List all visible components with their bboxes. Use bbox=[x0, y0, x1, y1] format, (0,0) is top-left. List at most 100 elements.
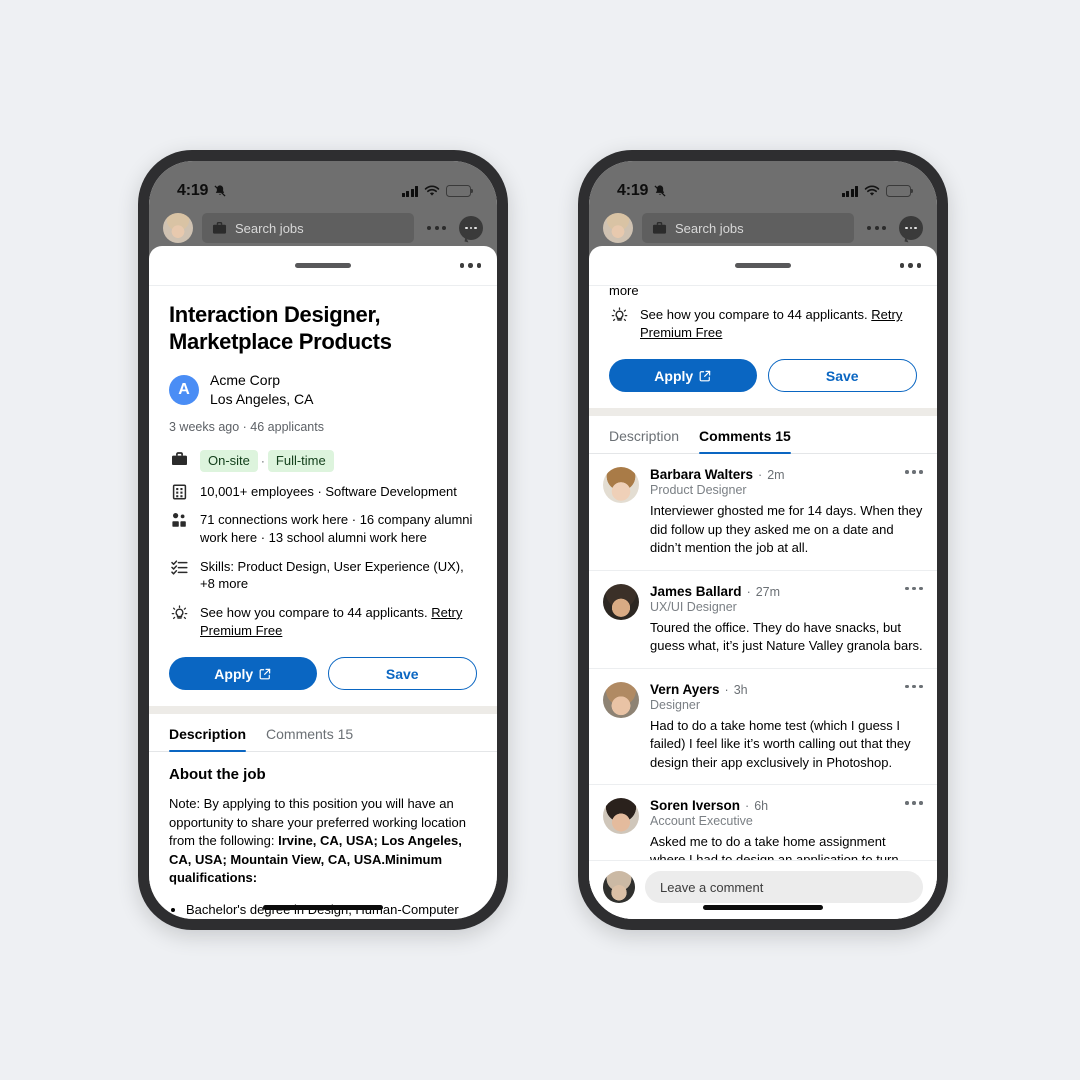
save-button[interactable]: Save bbox=[767, 359, 917, 393]
comment-header: Soren Iverson · 6h bbox=[650, 798, 923, 813]
people-icon bbox=[169, 511, 189, 528]
comment-body: Had to do a take home test (which I gues… bbox=[650, 717, 911, 770]
status-bar-left-group: 4:19 bbox=[177, 182, 227, 200]
avatar[interactable] bbox=[603, 797, 639, 834]
building-icon bbox=[169, 483, 189, 500]
tab-comments[interactable]: Comments 15 bbox=[266, 726, 353, 751]
compare-text: See how you compare to 44 applicants. bbox=[640, 307, 872, 322]
sheet-more-options-icon[interactable] bbox=[459, 263, 481, 268]
comment-separator: · bbox=[724, 682, 729, 697]
compare-text-block: See how you compare to 44 applicants. Re… bbox=[200, 604, 477, 639]
battery-low-icon bbox=[446, 185, 474, 197]
profile-avatar[interactable] bbox=[163, 213, 193, 243]
comment-author[interactable]: Barbara Walters bbox=[650, 467, 753, 482]
apply-button[interactable]: Apply bbox=[609, 359, 757, 393]
comment-input-placeholder: Leave a comment bbox=[660, 879, 764, 895]
sheet-more-options-icon[interactable] bbox=[899, 263, 921, 268]
truncated-skills-text: more bbox=[609, 286, 639, 298]
messaging-bubble-icon[interactable] bbox=[899, 216, 923, 240]
profile-avatar[interactable] bbox=[603, 213, 633, 243]
comment-main: James Ballard · 27m UX/UI Designer Toure… bbox=[650, 584, 923, 656]
lightbulb-icon bbox=[169, 604, 189, 622]
comment-body: Interviewer ghosted me for 14 days. When… bbox=[650, 503, 923, 556]
avatar[interactable] bbox=[603, 681, 639, 718]
connections-text: 71 connections work here · 16 company al… bbox=[200, 512, 473, 545]
comment-main: Barbara Walters · 2m Product Designer In… bbox=[650, 467, 923, 557]
search-input[interactable]: Search jobs bbox=[642, 213, 854, 243]
compare-text-block: See how you compare to 44 applicants. Re… bbox=[640, 306, 917, 341]
job-detail-sheet: Interaction Designer, Marketplace Produc… bbox=[149, 246, 497, 919]
phone-right: 4:19 Search jobs more See how you compar… bbox=[578, 150, 948, 930]
list-item: James Ballard · 27m UX/UI Designer Toure… bbox=[589, 571, 937, 669]
comment-timestamp: 3h bbox=[733, 682, 748, 697]
action-buttons-left: Apply Save bbox=[149, 639, 497, 706]
comment-timestamp: 2m bbox=[767, 468, 785, 483]
comments-list: Barbara Walters · 2m Product Designer In… bbox=[589, 454, 937, 902]
job-comments-sheet: more See how you compare to 44 applicant bbox=[589, 246, 937, 919]
search-input[interactable]: Search jobs bbox=[202, 213, 414, 243]
comment-more-options-icon[interactable] bbox=[905, 684, 923, 689]
tab-description[interactable]: Description bbox=[169, 726, 247, 753]
drag-handle[interactable] bbox=[295, 263, 351, 268]
section-divider bbox=[589, 408, 937, 417]
comment-author[interactable]: James Ballard bbox=[650, 584, 742, 599]
status-bar-left-group: 4:19 bbox=[617, 182, 667, 200]
tab-description[interactable]: Description bbox=[609, 428, 679, 453]
pill-onsite: On-site bbox=[200, 450, 258, 472]
bell-off-icon bbox=[654, 185, 666, 197]
more-horizontal-icon[interactable] bbox=[423, 226, 450, 230]
comment-timestamp: 27m bbox=[755, 584, 781, 599]
external-link-icon bbox=[699, 370, 711, 382]
comment-author[interactable]: Soren Iverson bbox=[650, 798, 740, 813]
job-header: Interaction Designer, Marketplace Produc… bbox=[149, 286, 497, 639]
save-button[interactable]: Save bbox=[327, 657, 477, 691]
phone-left-screen: 4:19 Search jobs Interaction Designer, M… bbox=[149, 161, 497, 919]
avatar[interactable] bbox=[603, 583, 639, 620]
meta-row-connections: 71 connections work here · 16 company al… bbox=[169, 511, 477, 546]
company-name: Acme Corp bbox=[210, 371, 281, 388]
meta-row-worktype: On-site · Full-time bbox=[169, 450, 477, 472]
comment-more-options-icon[interactable] bbox=[905, 586, 923, 591]
search-placeholder: Search jobs bbox=[235, 220, 304, 236]
status-bar-right: 4:19 bbox=[589, 161, 937, 207]
cellular-signal-icon bbox=[401, 185, 418, 197]
cellular-signal-icon bbox=[841, 185, 858, 197]
apply-button[interactable]: Apply bbox=[169, 657, 317, 691]
avatar[interactable] bbox=[603, 871, 635, 903]
comment-separator: · bbox=[746, 584, 751, 599]
about-note: Note: By applying to this position you w… bbox=[169, 795, 477, 887]
job-description: About the job Note: By applying to this … bbox=[149, 752, 497, 919]
messaging-bubble-icon[interactable] bbox=[459, 216, 483, 240]
comment-input[interactable]: Leave a comment bbox=[645, 871, 923, 903]
search-placeholder: Search jobs bbox=[675, 220, 744, 236]
status-bar-left: 4:19 bbox=[149, 161, 497, 207]
avatar[interactable] bbox=[603, 467, 639, 504]
tab-comments[interactable]: Comments 15 bbox=[699, 428, 791, 455]
pill-fulltime: Full-time bbox=[267, 450, 334, 472]
sheet-header bbox=[589, 246, 937, 286]
checklist-icon bbox=[169, 558, 189, 575]
tabs-right: Description Comments 15 bbox=[589, 416, 937, 455]
comment-header: Barbara Walters · 2m bbox=[650, 467, 923, 482]
company-row[interactable]: A Acme Corp Los Angeles, CA bbox=[169, 371, 477, 410]
status-bar-right-group bbox=[841, 185, 914, 197]
comment-author-role: Product Designer bbox=[650, 483, 747, 498]
save-label: Save bbox=[825, 367, 859, 384]
external-link-icon bbox=[259, 668, 271, 680]
briefcase-icon bbox=[652, 221, 667, 234]
worktype-pills: On-site · Full-time bbox=[200, 450, 334, 472]
stage: 4:19 Search jobs Interaction Designer, M… bbox=[0, 0, 1080, 1080]
briefcase-icon bbox=[212, 221, 227, 234]
meta-row-company-size: 10,001+ employees · Software Development bbox=[169, 483, 477, 501]
background-nav-row-right: Search jobs bbox=[589, 207, 937, 243]
comment-more-options-icon[interactable] bbox=[905, 800, 923, 805]
phone-right-screen: 4:19 Search jobs more See how you compar… bbox=[589, 161, 937, 919]
comment-more-options-icon[interactable] bbox=[905, 470, 923, 474]
comment-author[interactable]: Vern Ayers bbox=[650, 682, 720, 697]
posted-meta: 3 weeks ago · 46 applicants bbox=[169, 420, 324, 435]
drag-handle[interactable] bbox=[735, 263, 791, 268]
home-indicator bbox=[703, 905, 823, 910]
status-bar-right-group bbox=[401, 185, 474, 197]
more-horizontal-icon[interactable] bbox=[863, 226, 890, 230]
pill-separator: · bbox=[260, 453, 265, 468]
